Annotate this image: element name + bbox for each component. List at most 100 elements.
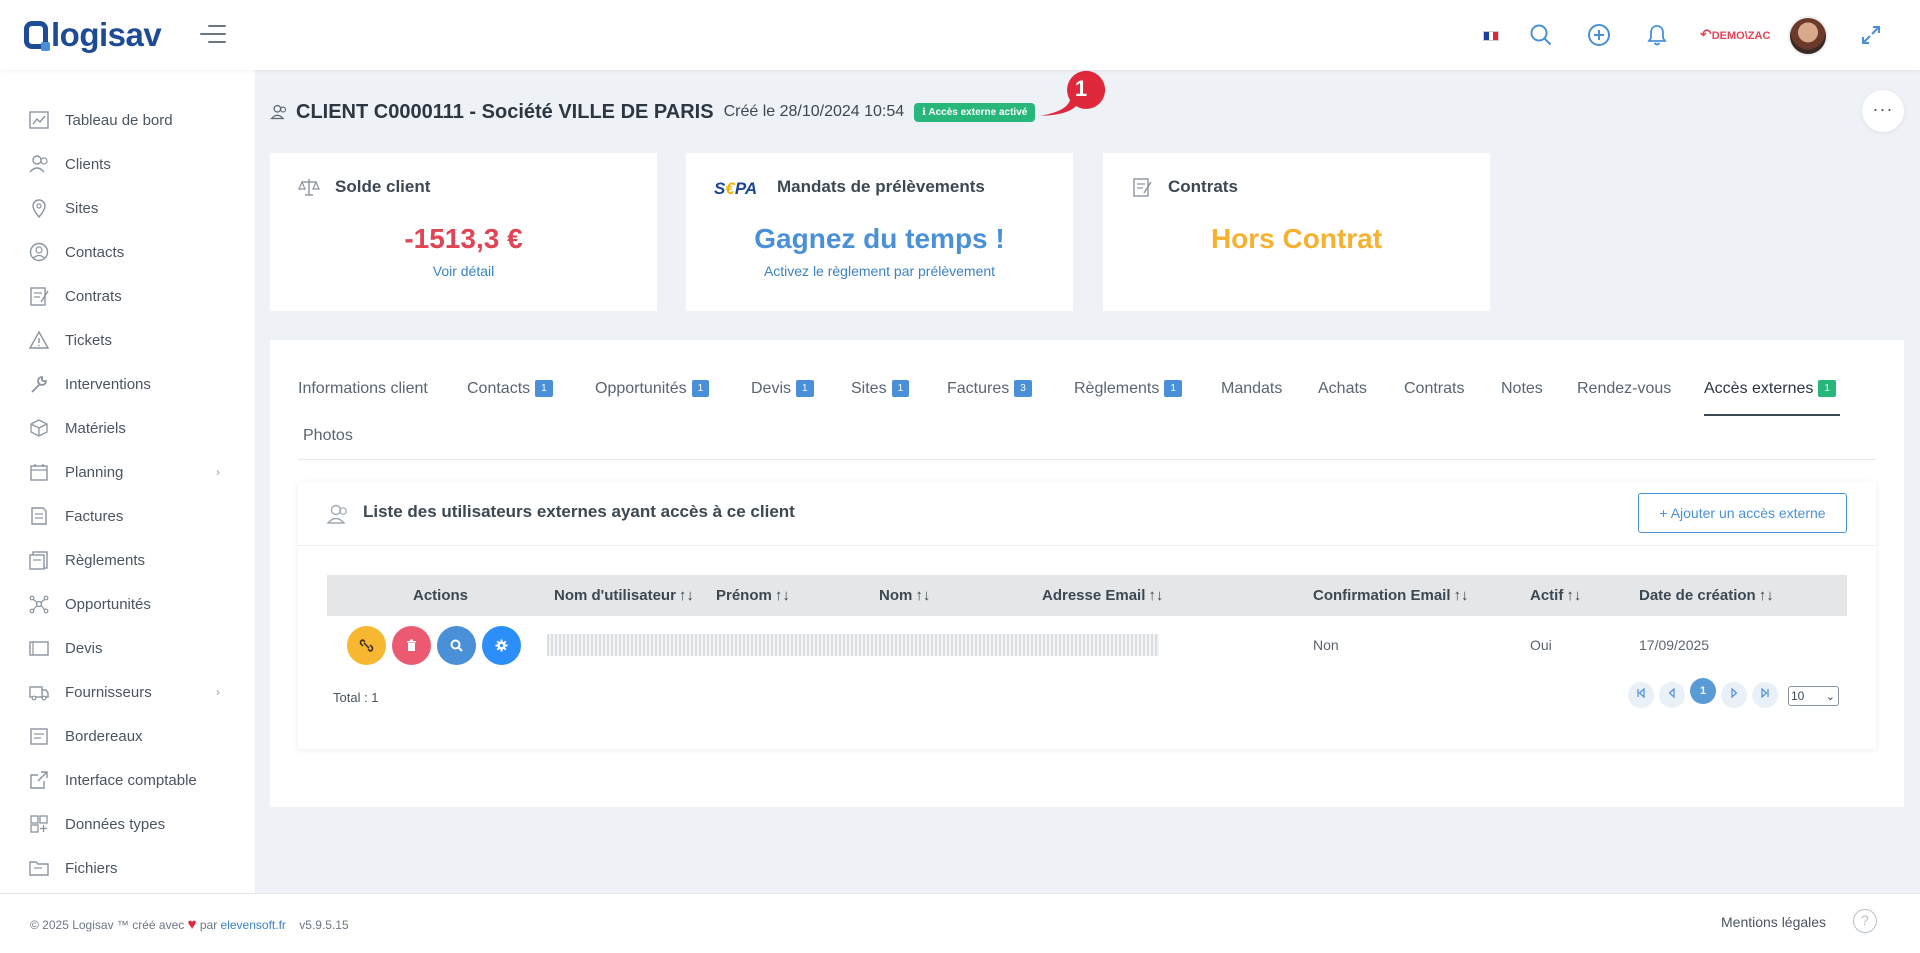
col-email-confirmation-label: Confirmation Email	[1313, 587, 1451, 604]
tab-label: Notes	[1501, 380, 1543, 397]
tab-sites[interactable]: Sites 1	[851, 380, 910, 398]
tab-photos[interactable]: Photos	[303, 427, 353, 445]
sidebar-item-sites[interactable]: Sites	[0, 188, 255, 228]
page-size-select[interactable]: 10 ⌄	[1788, 686, 1839, 706]
company-link[interactable]: elevensoft.fr	[221, 918, 286, 932]
flag-fr-icon[interactable]	[1483, 31, 1499, 41]
top-bar: logisav ↶DEMO\ZAC	[0, 0, 1920, 70]
next-page-button[interactable]	[1721, 682, 1747, 708]
tab-mandats[interactable]: Mandats	[1221, 380, 1282, 398]
delete-button[interactable]	[392, 626, 431, 665]
col-firstname[interactable]: Prénom ↑↓	[716, 587, 790, 604]
cell-email-confirmation: Non	[1313, 637, 1339, 653]
previous-page-button[interactable]	[1659, 682, 1685, 708]
avatar[interactable]	[1788, 16, 1828, 56]
sidebar-item-tableau-de-bord[interactable]: Tableau de bord	[0, 100, 255, 140]
tab-devis[interactable]: Devis 1	[751, 380, 814, 398]
sidebar-item-factures[interactable]: Factures	[0, 496, 255, 536]
tab-achats[interactable]: Achats	[1318, 380, 1367, 398]
more-options-button[interactable]: ···	[1862, 90, 1904, 132]
tab-rendez-vous[interactable]: Rendez-vous	[1577, 380, 1671, 398]
search-icon[interactable]	[1528, 22, 1554, 48]
sidebar-item-opportunites[interactable]: Opportunités	[0, 584, 255, 624]
col-lastname[interactable]: Nom ↑↓	[879, 587, 930, 604]
plus-circle-icon[interactable]	[1586, 22, 1612, 48]
sidebar-item-interface-comptable[interactable]: Interface comptable	[0, 760, 255, 800]
sidebar-item-clients[interactable]: Clients	[0, 144, 255, 184]
first-page-button[interactable]	[1628, 682, 1654, 708]
add-external-access-button[interactable]: + Ajouter un accès externe	[1638, 493, 1847, 533]
sidebar-item-interventions[interactable]: Interventions	[0, 364, 255, 404]
sidebar-item-fournisseurs[interactable]: Fournisseurs ›	[0, 672, 255, 712]
sepa-logo-s: S	[714, 179, 726, 198]
truck-icon	[29, 686, 49, 701]
sidebar-item-label: Bordereaux	[65, 727, 143, 745]
tab-label: Devis	[751, 380, 792, 397]
col-email[interactable]: Adresse Email ↑↓	[1042, 587, 1163, 604]
page-header: CLIENT C0000111 - Société VILLE DE PARIS…	[270, 100, 1036, 124]
legal-link[interactable]: Mentions légales	[1721, 914, 1826, 930]
location-icon	[32, 199, 46, 219]
page-size-value: 10	[1791, 689, 1805, 703]
sidebar-item-donnees-types[interactable]: Données types	[0, 804, 255, 844]
sidebar-item-planning[interactable]: Planning ›	[0, 452, 255, 492]
col-created-label: Date de création	[1639, 587, 1756, 604]
logo[interactable]: logisav	[24, 16, 162, 54]
tab-label: Règlements	[1074, 380, 1160, 397]
sidebar-item-label: Fichiers	[65, 859, 118, 877]
expand-icon[interactable]	[1858, 22, 1884, 48]
sidebar-item-label: Contrats	[65, 287, 122, 305]
sidebar-item-label: Planning	[65, 463, 124, 481]
sepa-logo-pa: PA	[734, 179, 758, 198]
sort-icon: ↑↓	[1758, 587, 1774, 604]
callout-marker: 1	[1040, 70, 1106, 116]
sidebar-item-devis[interactable]: Devis	[0, 628, 255, 668]
col-created[interactable]: Date de création ↑↓	[1639, 587, 1774, 604]
menu-toggle-icon[interactable]	[200, 25, 226, 45]
last-page-button[interactable]	[1752, 682, 1778, 708]
tab-opportunites[interactable]: Opportunités 1	[595, 380, 710, 398]
tab-notes[interactable]: Notes	[1501, 380, 1543, 398]
tab-label: Factures	[947, 380, 1010, 397]
last-page-icon	[1761, 687, 1769, 699]
sidebar-item-fichiers[interactable]: Fichiers	[0, 848, 255, 888]
undo-icon: ↶	[1700, 26, 1712, 42]
created-date: Créé le 28/10/2024 10:54	[723, 103, 905, 120]
settings-button[interactable]	[482, 626, 521, 665]
user-switch[interactable]: ↶DEMO\ZAC	[1700, 26, 1770, 43]
list-title: Liste des utilisateurs externes ayant ac…	[363, 502, 795, 521]
tab-informations-client[interactable]: Informations client	[298, 380, 428, 398]
sidebar-item-contacts[interactable]: Contacts	[0, 232, 255, 272]
tab-reglements[interactable]: Règlements 1	[1074, 380, 1182, 398]
sepa-activate-link[interactable]: Activez le règlement par prélèvement	[686, 263, 1073, 279]
external-users-list: Liste des utilisateurs externes ayant ac…	[298, 482, 1876, 749]
help-icon[interactable]: ?	[1853, 909, 1877, 933]
sidebar-item-tickets[interactable]: Tickets	[0, 320, 255, 360]
sepa-title: Mandats de prélèvements	[777, 177, 985, 196]
contracts-title: Contrats	[1168, 177, 1238, 196]
view-button[interactable]	[437, 626, 476, 665]
table-row: Non Oui 17/09/2025	[327, 616, 1847, 672]
bell-icon[interactable]	[1644, 22, 1670, 48]
count-badge: 3	[1014, 380, 1032, 397]
tab-factures[interactable]: Factures 3	[947, 380, 1032, 398]
active-tab-indicator	[1704, 414, 1840, 416]
sidebar-item-bordereaux[interactable]: Bordereaux	[0, 716, 255, 756]
users-icon	[326, 504, 347, 524]
col-active[interactable]: Actif ↑↓	[1530, 587, 1581, 604]
unlink-button[interactable]	[347, 626, 386, 665]
sidebar-item-materiels[interactable]: Matériels	[0, 408, 255, 448]
balance-detail-link[interactable]: Voir détail	[270, 263, 657, 279]
sidebar-item-label: Contacts	[65, 243, 125, 261]
chevron-right-icon: ›	[216, 465, 220, 479]
sidebar-item-reglements[interactable]: Règlements	[0, 540, 255, 580]
tab-contacts[interactable]: Contacts 1	[467, 380, 553, 398]
sepa-card: S€PA Mandats de prélèvements Gagnez du t…	[686, 153, 1073, 311]
sidebar-item-contrats[interactable]: Contrats	[0, 276, 255, 316]
current-page-button[interactable]: 1	[1690, 678, 1716, 704]
col-lastname-label: Nom	[879, 587, 913, 604]
col-email-confirmation[interactable]: Confirmation Email ↑↓	[1313, 587, 1469, 604]
tab-acces-externes[interactable]: Accès externes 1	[1704, 380, 1836, 398]
tab-contrats[interactable]: Contrats	[1404, 380, 1464, 398]
col-username[interactable]: Nom d'utilisateur ↑↓	[554, 587, 694, 604]
